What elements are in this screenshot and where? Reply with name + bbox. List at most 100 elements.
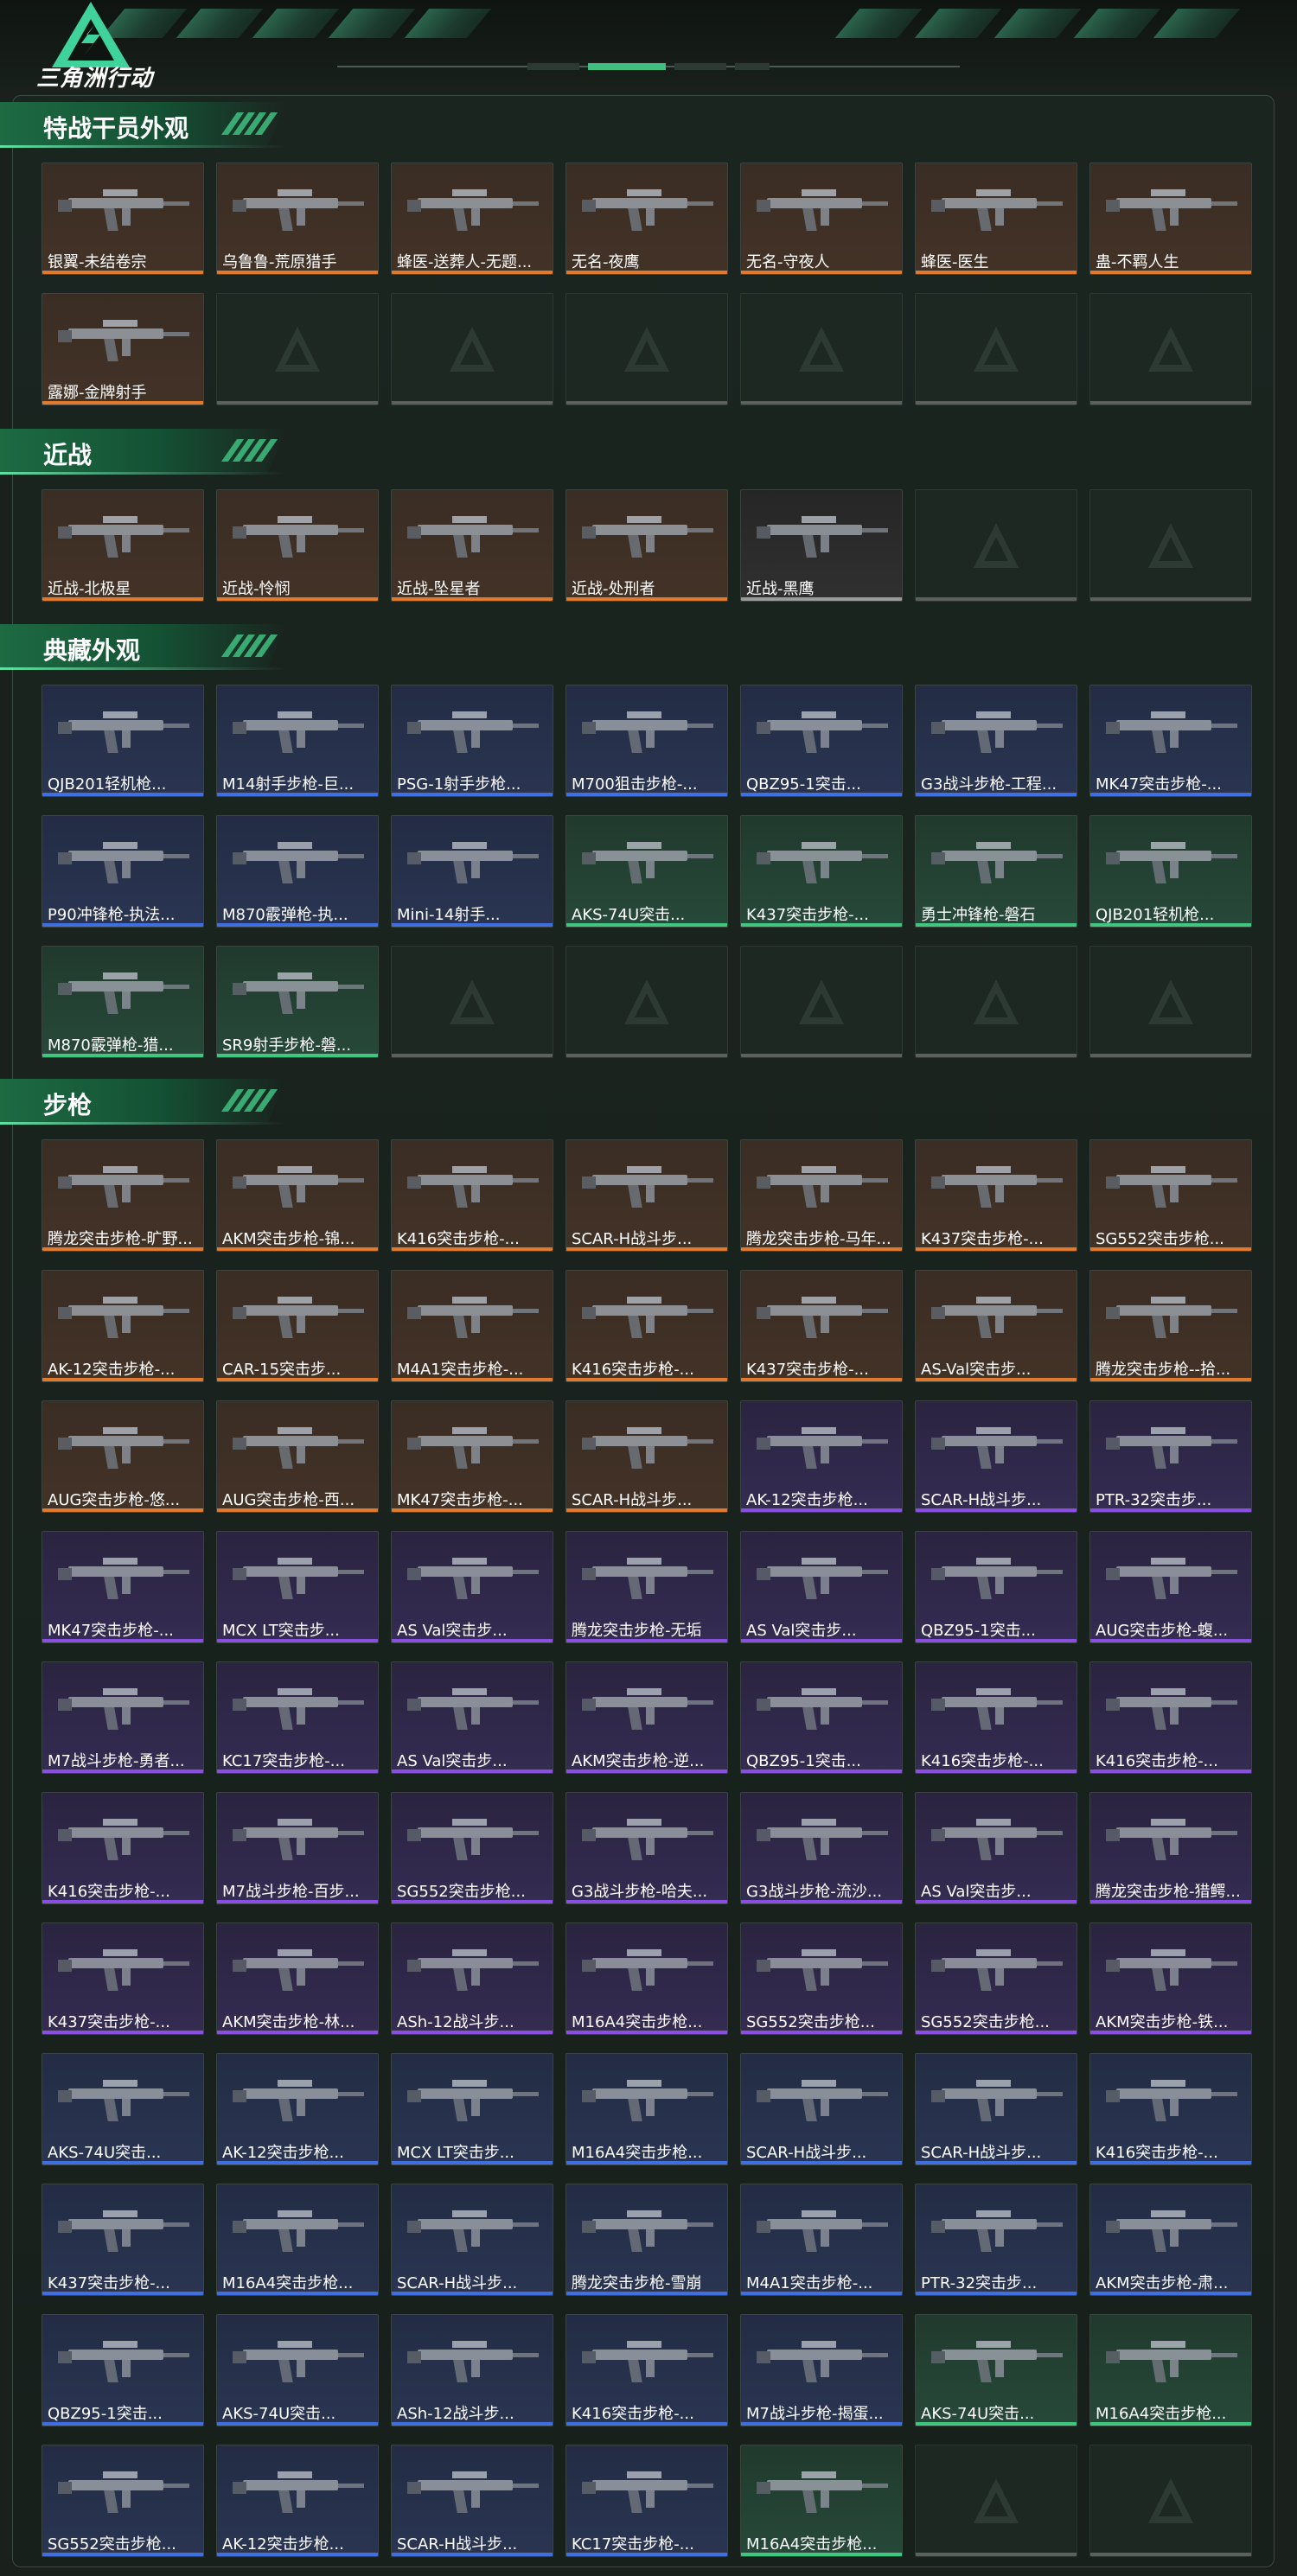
item-card[interactable]: AKS-74U突击... <box>565 815 728 928</box>
item-card[interactable]: 无名-守夜人 <box>740 163 903 275</box>
item-card[interactable]: AS-Val突击步... <box>915 1270 1077 1382</box>
item-card[interactable]: SCAR-H战斗步... <box>915 1400 1077 1513</box>
item-card[interactable]: QBZ95-1突击... <box>42 2314 204 2426</box>
item-card[interactable]: 腾龙突击步枪-猎鳄... <box>1089 1792 1252 1904</box>
item-card[interactable]: AUG突击步枪-西... <box>216 1400 379 1513</box>
item-card[interactable]: SCAR-H战斗步... <box>391 2184 553 2296</box>
item-card[interactable]: PSG-1射手步枪... <box>391 685 553 797</box>
item-card[interactable]: AUG突击步枪-蝮... <box>1089 1531 1252 1643</box>
item-card[interactable]: 蛊-不羁人生 <box>1089 163 1252 275</box>
item-card[interactable]: MCX LT突击步... <box>216 1531 379 1643</box>
item-card[interactable]: MCX LT突击步... <box>391 2053 553 2165</box>
item-card[interactable]: 近战-处刑者 <box>565 489 728 602</box>
item-card[interactable]: 近战-怜悯 <box>216 489 379 602</box>
item-card[interactable]: 无名-夜鹰 <box>565 163 728 275</box>
item-card[interactable]: SCAR-H战斗步... <box>565 1400 728 1513</box>
item-card[interactable]: M7战斗步枪-勇者... <box>42 1661 204 1774</box>
item-card[interactable]: AS Val突击步... <box>391 1531 553 1643</box>
item-card[interactable]: SG552突击步枪... <box>42 2445 204 2557</box>
item-card[interactable]: 腾龙突击步枪-旷野... <box>42 1139 204 1252</box>
item-card[interactable]: AKS-74U突击... <box>915 2314 1077 2426</box>
item-card[interactable]: M4A1突击步枪-... <box>740 2184 903 2296</box>
item-card[interactable]: M16A4突击步枪... <box>216 2184 379 2296</box>
item-card[interactable]: K416突击步枪-... <box>42 1792 204 1904</box>
item-card[interactable]: G3战斗步枪-哈夫... <box>565 1792 728 1904</box>
item-card[interactable]: 腾龙突击步枪-无垢 <box>565 1531 728 1643</box>
item-card[interactable]: AKM突击步枪-逆... <box>565 1661 728 1774</box>
item-card[interactable]: 露娜-金牌射手 <box>42 293 204 405</box>
item-card[interactable]: PTR-32突击步... <box>1089 1400 1252 1513</box>
item-card[interactable]: ASh-12战斗步... <box>391 2314 553 2426</box>
item-card[interactable]: M16A4突击步枪... <box>1089 2314 1252 2426</box>
item-card[interactable]: K416突击步枪-... <box>1089 1661 1252 1774</box>
item-card[interactable]: 腾龙突击步枪-马年... <box>740 1139 903 1252</box>
item-card[interactable]: K416突击步枪-... <box>1089 2053 1252 2165</box>
item-card[interactable]: M4A1突击步枪-... <box>391 1270 553 1382</box>
item-card[interactable]: 近战-坠星者 <box>391 489 553 602</box>
item-card[interactable]: AKS-74U突击... <box>216 2314 379 2426</box>
item-card[interactable]: 乌鲁鲁-荒原猎手 <box>216 163 379 275</box>
item-card[interactable]: M14射手步枪-巨... <box>216 685 379 797</box>
item-card[interactable]: SG552突击步枪... <box>391 1792 553 1904</box>
item-card[interactable]: AKM突击步枪-铁... <box>1089 1922 1252 2035</box>
item-card[interactable]: 腾龙突击步枪--拾... <box>1089 1270 1252 1382</box>
item-card[interactable]: SG552突击步枪... <box>1089 1139 1252 1252</box>
item-card[interactable]: M16A4突击步枪... <box>565 1922 728 2035</box>
item-card[interactable]: QBZ95-1突击... <box>915 1531 1077 1643</box>
item-card[interactable]: KC17突击步枪-... <box>216 1661 379 1774</box>
item-card[interactable]: SG552突击步枪... <box>740 1922 903 2035</box>
item-card[interactable]: AS Val突击步... <box>391 1661 553 1774</box>
item-card[interactable]: AUG突击步枪-悠... <box>42 1400 204 1513</box>
item-card[interactable]: 近战-北极星 <box>42 489 204 602</box>
item-card[interactable]: QJB201轻机枪... <box>42 685 204 797</box>
item-card[interactable]: AS Val突击步... <box>740 1531 903 1643</box>
item-card[interactable]: P90冲锋枪-执法... <box>42 815 204 928</box>
item-card[interactable]: G3战斗步枪-工程... <box>915 685 1077 797</box>
item-card[interactable]: K416突击步枪-... <box>565 2314 728 2426</box>
item-card[interactable]: G3战斗步枪-流沙... <box>740 1792 903 1904</box>
item-card[interactable]: PTR-32突击步... <box>915 2184 1077 2296</box>
item-card[interactable]: SCAR-H战斗步... <box>740 2053 903 2165</box>
item-card[interactable]: AK-12突击步枪... <box>216 2053 379 2165</box>
item-card[interactable]: K437突击步枪-... <box>915 1139 1077 1252</box>
item-card[interactable]: 勇士冲锋枪-磐石 <box>915 815 1077 928</box>
item-card[interactable]: 蜂医-送葬人-无题... <box>391 163 553 275</box>
item-card[interactable]: 蜂医-医生 <box>915 163 1077 275</box>
item-card[interactable]: ASh-12战斗步... <box>391 1922 553 2035</box>
item-card[interactable]: 近战-黑鹰 <box>740 489 903 602</box>
item-card[interactable]: K437突击步枪-... <box>740 1270 903 1382</box>
item-card[interactable]: M700狙击步枪-... <box>565 685 728 797</box>
item-card[interactable]: AK-12突击步枪... <box>740 1400 903 1513</box>
item-card[interactable]: Mini-14射手... <box>391 815 553 928</box>
item-card[interactable]: SG552突击步枪... <box>915 1922 1077 2035</box>
item-card[interactable]: K437突击步枪-... <box>42 2184 204 2296</box>
item-card[interactable]: QJB201轻机枪... <box>1089 815 1252 928</box>
item-card[interactable]: QBZ95-1突击... <box>740 1661 903 1774</box>
item-card[interactable]: K437突击步枪-... <box>740 815 903 928</box>
item-card[interactable]: M7战斗步枪-揭蛋... <box>740 2314 903 2426</box>
item-card[interactable]: CAR-15突击步... <box>216 1270 379 1382</box>
item-card[interactable]: M870霰弹枪-猎... <box>42 946 204 1058</box>
item-card[interactable]: M7战斗步枪-百步... <box>216 1792 379 1904</box>
item-card[interactable]: SCAR-H战斗步... <box>565 1139 728 1252</box>
item-card[interactable]: SCAR-H战斗步... <box>915 2053 1077 2165</box>
item-card[interactable]: 腾龙突击步枪-雪崩 <box>565 2184 728 2296</box>
item-card[interactable]: K416突击步枪-... <box>391 1139 553 1252</box>
item-card[interactable]: MK47突击步枪-... <box>391 1400 553 1513</box>
item-card[interactable]: AS Val突击步... <box>915 1792 1077 1904</box>
item-card[interactable]: 银翼-未结卷宗 <box>42 163 204 275</box>
item-card[interactable]: QBZ95-1突击... <box>740 685 903 797</box>
item-card[interactable]: KC17突击步枪-... <box>565 2445 728 2557</box>
item-card[interactable]: K416突击步枪-... <box>915 1661 1077 1774</box>
item-card[interactable]: AK-12突击步枪-... <box>42 1270 204 1382</box>
item-card[interactable]: AKM突击步枪-林... <box>216 1922 379 2035</box>
item-card[interactable]: AKM突击步枪-肃... <box>1089 2184 1252 2296</box>
item-card[interactable]: K416突击步枪-... <box>565 1270 728 1382</box>
item-card[interactable]: SCAR-H战斗步... <box>391 2445 553 2557</box>
item-card[interactable]: MK47突击步枪-... <box>42 1531 204 1643</box>
item-card[interactable]: AKM突击步枪-锦... <box>216 1139 379 1252</box>
item-card[interactable]: MK47突击步枪-... <box>1089 685 1252 797</box>
item-card[interactable]: AKS-74U突击... <box>42 2053 204 2165</box>
item-card[interactable]: AK-12突击步枪... <box>216 2445 379 2557</box>
item-card[interactable]: M16A4突击步枪... <box>740 2445 903 2557</box>
